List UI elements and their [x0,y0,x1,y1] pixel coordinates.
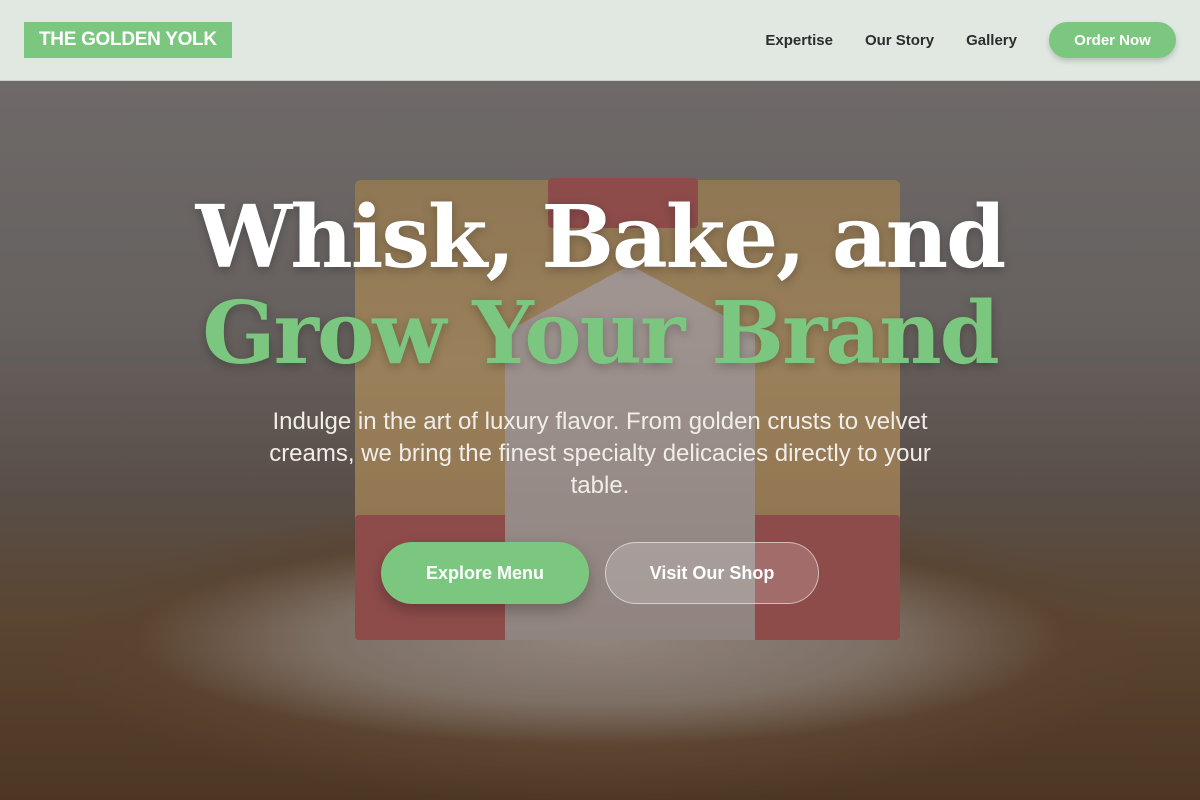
order-now-button[interactable]: Order Now [1049,22,1176,58]
hero-section: Whisk, Bake, and Grow Your Brand Indulge… [0,190,1200,604]
explore-menu-button[interactable]: Explore Menu [381,542,589,604]
brand-logo[interactable]: THE GOLDEN YOLK [24,22,232,58]
headline-line-1: Whisk, Bake, and [195,187,1007,288]
nav-link-gallery[interactable]: Gallery [966,32,1017,49]
visit-shop-button[interactable]: Visit Our Shop [605,542,819,604]
headline-line-2: Grow Your Brand [202,283,1000,384]
nav-link-expertise[interactable]: Expertise [765,32,833,49]
navbar: THE GOLDEN YOLK Expertise Our Story Gall… [0,0,1200,81]
nav-link-our-story[interactable]: Our Story [865,32,934,49]
hero-cta-row: Explore Menu Visit Our Shop [0,542,1200,604]
hero-subtext: Indulge in the art of luxury flavor. Fro… [269,408,931,499]
nav-menu: Expertise Our Story Gallery Order Now [765,22,1176,58]
hero-headline: Whisk, Bake, and Grow Your Brand [0,190,1200,382]
